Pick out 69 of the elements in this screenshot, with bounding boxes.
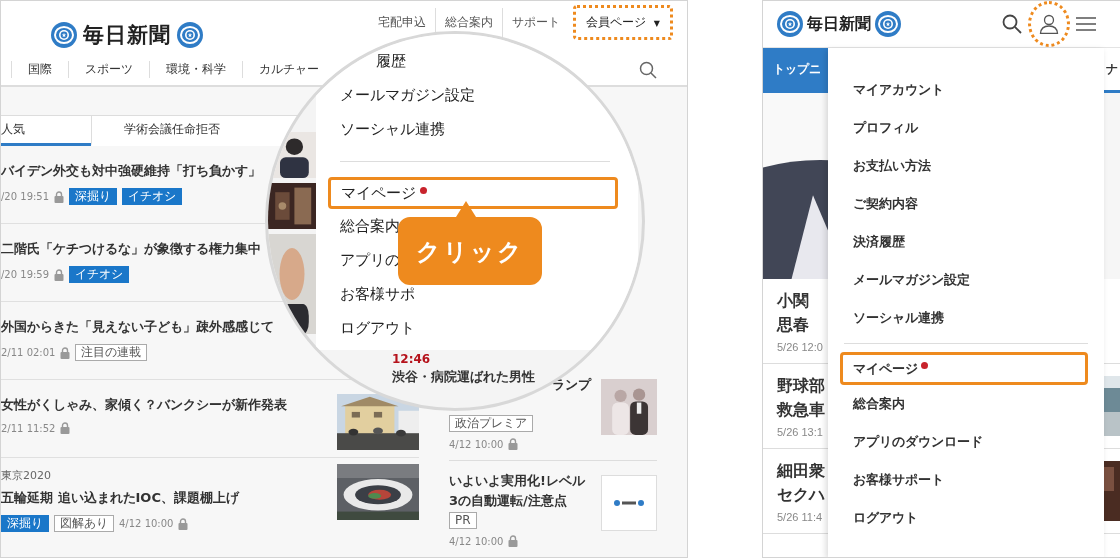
menu-item[interactable]: マイページ xyxy=(840,352,1088,385)
menu-item[interactable]: 決済履歴 xyxy=(853,223,905,261)
date-text: 4/12 10:00 xyxy=(449,535,504,547)
header-link[interactable]: サポート xyxy=(502,8,570,37)
tag-label[interactable]: 深掘り xyxy=(69,188,118,205)
nav-link[interactable]: 国際 xyxy=(11,61,68,79)
menu-item[interactable]: 履歴 xyxy=(376,44,406,78)
headline[interactable]: 小関 xyxy=(777,289,809,313)
tag-label[interactable]: 図解あり xyxy=(54,515,114,532)
tag-label[interactable]: PR xyxy=(449,512,477,529)
headline[interactable]: 渋谷・病院運ばれた男性 xyxy=(392,368,535,386)
headline[interactable]: 五輪延期 追い込まれたIOC、課題棚上げ xyxy=(1,489,239,507)
headline[interactable]: 救急車 xyxy=(777,398,825,422)
date-text: 5/26 13:1 xyxy=(777,426,823,438)
menu-item[interactable]: 総合案内 xyxy=(340,209,400,243)
date-text: 4/12 10:00 xyxy=(119,518,174,529)
menu-item[interactable]: 総合案内 xyxy=(853,385,905,423)
tag-label[interactable]: イチオシ xyxy=(122,188,183,205)
menu-item[interactable]: ご契約内容 xyxy=(853,185,918,223)
tab[interactable]: 学術会議任命拒否 xyxy=(91,116,252,146)
logo-text[interactable]: 毎日新聞 xyxy=(83,21,171,49)
headline[interactable]: 野球部 xyxy=(777,374,825,398)
nav-link[interactable]: スポーツ xyxy=(68,61,149,79)
emblem-icon xyxy=(875,11,901,37)
headline[interactable]: バイデン外交も対中強硬維持「打ち負かす」 xyxy=(1,162,261,180)
logo-thumbnail xyxy=(601,475,657,531)
menu-item[interactable]: ログアウト xyxy=(853,499,918,537)
emblem-icon xyxy=(777,11,803,37)
time-text: 12:46 xyxy=(392,352,431,366)
headline[interactable]: セクハ xyxy=(777,483,825,507)
menu-item[interactable]: メールマガジン設定 xyxy=(853,261,970,299)
tag-label[interactable]: イチオシ xyxy=(69,266,130,283)
menu-item[interactable]: ソーシャル連携 xyxy=(340,112,445,146)
emblem-icon xyxy=(177,22,203,48)
headline[interactable]: 外国からきた「見えない子ども」疎外感感じて xyxy=(1,318,274,336)
headline[interactable]: 二階氏「ケチつけるな」が象徴する権力集中 xyxy=(1,240,261,258)
headline[interactable]: いよいよ実用化!レベル3の自動運転/注意点 xyxy=(449,471,591,510)
menu-item[interactable]: プロフィル xyxy=(853,109,918,147)
date-text: 4/12 10:00 xyxy=(449,438,504,450)
menu-icon[interactable] xyxy=(1076,16,1096,32)
date-text: 5/26 11:4 xyxy=(777,511,823,523)
date-text: 2/11 11:52 xyxy=(1,422,56,434)
date-text: 2/11 02:01 xyxy=(1,347,56,358)
menu-item[interactable]: ログアウト xyxy=(340,311,415,345)
menu-item[interactable]: メールマガジン設定 xyxy=(340,78,475,112)
search-icon[interactable] xyxy=(639,60,657,79)
click-tooltip: クリック xyxy=(398,201,542,285)
menu-item[interactable]: マイページ xyxy=(328,177,618,209)
emblem-icon xyxy=(51,22,77,48)
kicker-text: 東京2020 xyxy=(1,468,51,483)
tag-label[interactable]: 政治プレミア xyxy=(449,415,533,432)
date-text: /20 19:51 xyxy=(1,191,50,202)
menu-item[interactable]: お支払い方法 xyxy=(853,147,931,185)
nav-link[interactable]: 環境・科学 xyxy=(149,61,242,79)
headline[interactable]: 細田衆 xyxy=(777,459,825,483)
menu-item[interactable]: お客様サポート xyxy=(853,461,944,499)
tag-label[interactable]: 深掘り xyxy=(1,515,49,532)
menu-item[interactable]: ソーシャル連携 xyxy=(853,299,944,337)
date-text: /20 19:59 xyxy=(1,269,50,280)
logo-text[interactable]: 毎日新聞 xyxy=(807,13,871,35)
user-icon xyxy=(1039,14,1059,34)
search-icon[interactable] xyxy=(1002,14,1022,34)
tag-label[interactable]: 注目の連載 xyxy=(75,344,148,361)
header-link[interactable]: 会員ページ ▼ xyxy=(573,5,673,40)
tab[interactable]: 人気 xyxy=(1,116,91,146)
headline[interactable]: 思春 xyxy=(777,313,809,337)
date-text: 5/26 12:0 xyxy=(777,341,823,353)
headline[interactable]: 女性がくしゃみ、家傾く？バンクシーが新作発表 xyxy=(1,396,287,414)
menu-item[interactable]: アプリのダウンロード xyxy=(853,423,983,461)
